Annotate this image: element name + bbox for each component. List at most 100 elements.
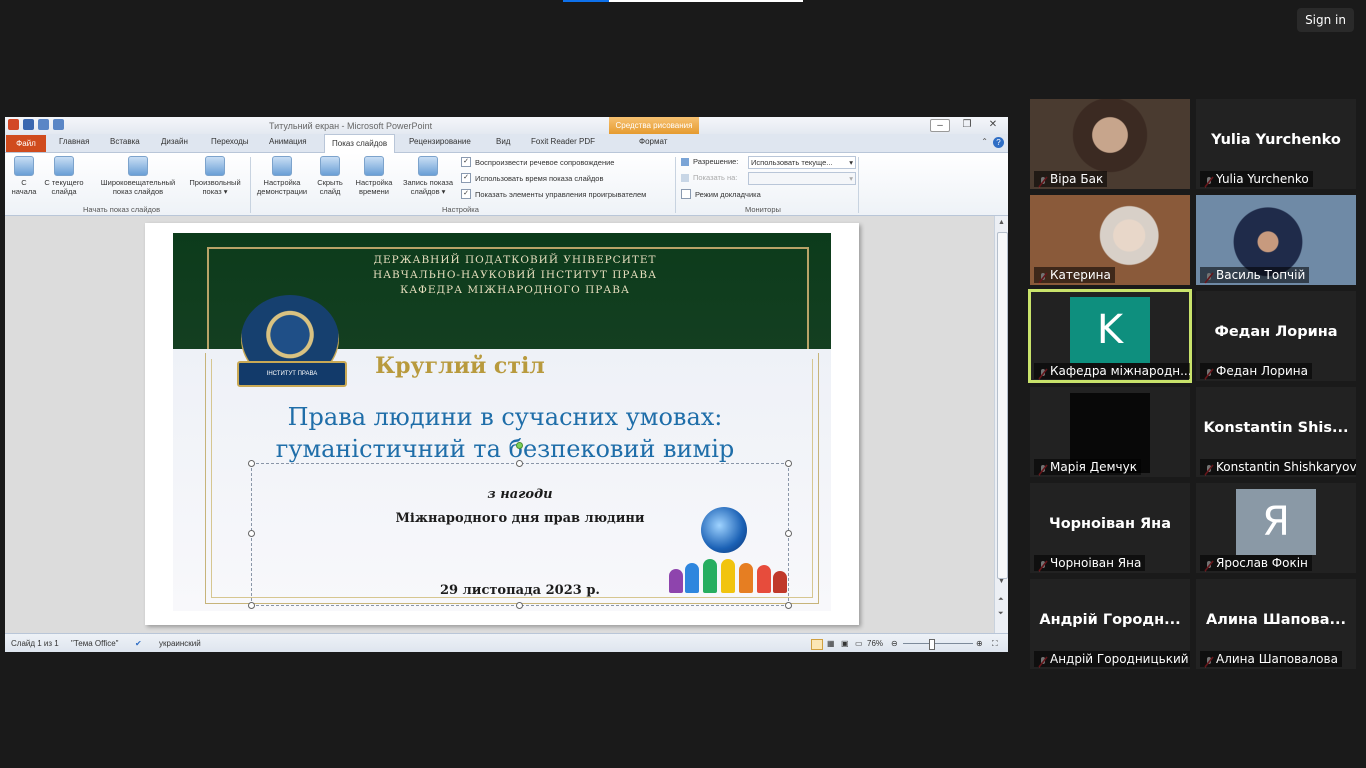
participant-tile[interactable]: Konstantin Shis... Konstantin Shishkaryov [1196, 387, 1356, 477]
help-icon[interactable]: ? [993, 137, 1004, 148]
reading-view-icon[interactable]: ▣ [841, 639, 849, 648]
slideshow-current-icon [54, 156, 74, 176]
record-slideshow-button[interactable]: Запись показа слайдов ▾ [398, 156, 458, 196]
setup-slideshow-button[interactable]: Настройка демонстрации [253, 156, 311, 196]
tab-insert[interactable]: Вставка [110, 137, 140, 146]
button-label: Широковещательный [100, 178, 176, 187]
resize-handle[interactable] [248, 530, 255, 537]
minimize-button[interactable]: – [930, 119, 950, 132]
tab-design[interactable]: Дизайн [161, 137, 188, 146]
participant-name-label: Konstantin Shishkaryov [1200, 459, 1356, 475]
participant-tile[interactable]: K Кафедра міжнародн... [1028, 289, 1192, 383]
scrollbar-thumb[interactable] [997, 232, 1008, 579]
resize-handle[interactable] [516, 602, 523, 609]
slide-sorter-icon[interactable]: ▦ [827, 639, 835, 648]
group-label-setup: Настройка [442, 205, 479, 214]
tab-transitions[interactable]: Переходы [211, 137, 249, 146]
tab-animation[interactable]: Анимация [269, 137, 307, 146]
chevron-down-icon: ▾ [849, 174, 853, 183]
participant-tile[interactable]: Василь Топчій [1196, 195, 1356, 285]
participant-tile[interactable]: Андрій Городн... Андрій Городницький [1030, 579, 1190, 669]
resolution-label: Разрешение: [681, 157, 738, 166]
sign-in-button[interactable]: Sign in [1297, 8, 1354, 32]
vertical-scrollbar[interactable]: ▲ ▼ ⏶ ⏷ [994, 216, 1008, 633]
from-beginning-button[interactable]: С начала [8, 156, 40, 196]
slideshow-view-icon[interactable]: ▭ [855, 639, 863, 648]
scroll-up-icon[interactable]: ▲ [998, 219, 1005, 226]
participant-display-name: Konstantin Shis... [1203, 420, 1349, 436]
redo-icon[interactable] [53, 119, 64, 130]
participant-avatar: K [1070, 297, 1150, 363]
show-media-controls-checkbox[interactable]: ✓ Показать элементы управления проигрыва… [461, 189, 646, 199]
previous-slide-icon[interactable]: ⏶ [998, 596, 1004, 604]
play-narrations-checkbox[interactable]: ✓ Воспроизвести речевое сопровождение [461, 157, 614, 167]
zoom-top-accent [563, 0, 803, 2]
resize-handle[interactable] [785, 460, 792, 467]
participant-tile[interactable]: Yulia Yurchenko Yulia Yurchenko [1196, 99, 1356, 189]
zoom-slider-thumb[interactable] [929, 639, 935, 650]
save-icon[interactable] [23, 119, 34, 130]
department-line: КАФЕДРА МІЖНАРОДНОГО ПРАВА [400, 284, 630, 296]
tab-format[interactable]: Формат [639, 137, 667, 146]
participant-tile[interactable]: Віра Бак [1030, 99, 1190, 189]
participant-name-label: Марія Демчук [1034, 459, 1141, 475]
tab-home[interactable]: Главная [59, 137, 89, 146]
button-label: начала [11, 187, 37, 196]
presenter-view-checkbox[interactable]: Режим докладчика [681, 189, 761, 199]
hide-slide-button[interactable]: Скрыть слайд [313, 156, 347, 196]
participant-tile[interactable]: Алина Шапова... Алина Шаповалова [1196, 579, 1356, 669]
button-label: Произвольный [189, 178, 241, 187]
resize-handle[interactable] [248, 460, 255, 467]
participant-display-name: Федан Лорина [1214, 324, 1338, 340]
tab-foxit-reader-pdf[interactable]: Foxit Reader PDF [531, 137, 595, 146]
custom-slideshow-button[interactable]: Произвольный показ ▾ [183, 156, 247, 196]
quick-access-toolbar [8, 119, 64, 130]
zoom-level[interactable]: 76% [867, 639, 883, 648]
powerpoint-app-icon[interactable] [8, 119, 19, 130]
participant-tile[interactable]: Федан Лорина Федан Лорина [1196, 291, 1356, 381]
resize-handle[interactable] [785, 530, 792, 537]
rotate-handle[interactable] [516, 442, 523, 449]
resolution-dropdown[interactable]: Использовать текуще... ▾ [748, 156, 856, 169]
restore-button[interactable]: ❐ [958, 119, 976, 132]
rehearse-timings-button[interactable]: Настройка времени [351, 156, 397, 196]
participant-name-label: Ярослав Фокін [1200, 555, 1312, 571]
slide-1[interactable]: ДЕРЖАВНИЙ ПОДАТКОВИЙ УНІВЕРСИТЕТ НАВЧАЛЬ… [145, 223, 859, 625]
resize-handle[interactable] [248, 602, 255, 609]
scroll-down-icon[interactable]: ▼ [998, 578, 1005, 585]
next-slide-icon[interactable]: ⏷ [998, 610, 1004, 618]
use-timings-checkbox[interactable]: ✓ Использовать время показа слайдов [461, 173, 603, 183]
participant-name-label: Yulia Yurchenko [1200, 171, 1313, 187]
show-on-dropdown[interactable]: ▾ [748, 172, 856, 185]
tab-review[interactable]: Рецензирование [409, 137, 471, 146]
tab-file[interactable]: Файл [6, 135, 46, 152]
fit-to-window-icon[interactable]: ⛶ [992, 639, 998, 649]
from-current-slide-button[interactable]: С текущего слайда [41, 156, 87, 196]
tab-view[interactable]: Вид [496, 137, 510, 146]
collapse-ribbon-icon[interactable]: ⌃ [981, 137, 988, 146]
participant-tile[interactable]: Я Ярослав Фокін [1196, 483, 1356, 573]
group-label-start: Начать показ слайдов [83, 205, 161, 214]
normal-view-icon[interactable] [811, 639, 823, 650]
zoom-in-icon[interactable]: ⊕ [976, 639, 983, 648]
resize-handle[interactable] [785, 602, 792, 609]
zoom-slider-track[interactable] [903, 643, 973, 644]
emblem-ribbon: ІНСТИТУТ ПРАВА [237, 361, 347, 387]
button-label: слайда [51, 187, 77, 196]
monitor-icon [681, 173, 689, 182]
participant-tile[interactable]: Чорноіван Яна Чорноіван Яна [1030, 483, 1190, 573]
spellcheck-icon[interactable]: ✔ [135, 639, 142, 648]
participant-tile[interactable]: Марія Демчук [1030, 387, 1190, 477]
broadcast-slideshow-button[interactable]: Широковещательный показ слайдов [93, 156, 183, 196]
group-separator [250, 157, 251, 213]
shared-screen-powerpoint: Титульний екран - Microsoft PowerPoint С… [5, 117, 1008, 652]
context-tab-group-label: Средства рисования [609, 117, 699, 134]
language-indicator[interactable]: украинский [159, 639, 201, 648]
tab-slide-show[interactable]: Показ слайдов [324, 134, 396, 153]
close-button[interactable]: ✕ [984, 119, 1002, 132]
ppt-title-bar: Титульний екран - Microsoft PowerPoint С… [5, 117, 1008, 134]
zoom-out-icon[interactable]: ⊖ [891, 639, 898, 648]
participant-tile[interactable]: Катерина [1030, 195, 1190, 285]
undo-icon[interactable] [38, 119, 49, 130]
resize-handle[interactable] [516, 460, 523, 467]
